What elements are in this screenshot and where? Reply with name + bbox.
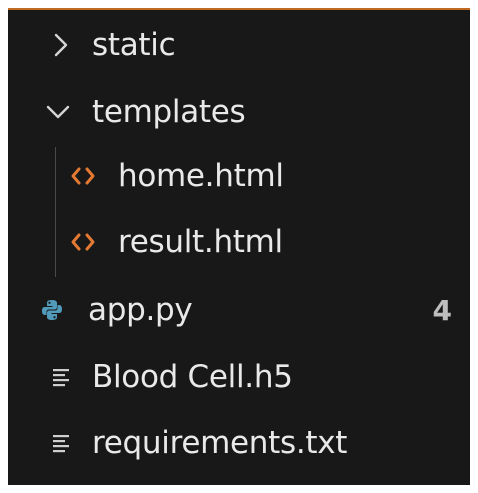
file-blood-cell-h5-label: Blood Cell.h5 — [92, 359, 293, 395]
file-explorer: static templates home.html result.html a… — [8, 8, 470, 485]
file-blood-cell-h5[interactable]: Blood Cell.h5 — [8, 347, 470, 407]
folder-static[interactable]: static — [8, 15, 470, 75]
folder-templates[interactable]: templates — [8, 82, 470, 142]
folder-static-label: static — [92, 27, 176, 63]
text-file-icon — [50, 367, 72, 387]
file-result-html[interactable]: result.html — [8, 212, 470, 272]
file-app-py-label: app.py — [88, 292, 193, 328]
html-file-icon — [68, 166, 98, 186]
folder-templates-label: templates — [92, 94, 246, 130]
text-file-icon — [50, 433, 72, 453]
chevron-right-icon[interactable] — [50, 33, 72, 57]
file-result-html-label: result.html — [118, 224, 283, 260]
file-home-html[interactable]: home.html — [8, 146, 470, 206]
file-requirements-txt-label: requirements.txt — [92, 425, 348, 461]
python-file-icon — [38, 298, 66, 322]
file-home-html-label: home.html — [118, 158, 284, 194]
html-file-icon — [68, 232, 98, 252]
problems-badge: 4 — [432, 293, 452, 327]
chevron-down-icon[interactable] — [44, 105, 72, 119]
file-app-py[interactable]: app.py 4 — [8, 280, 470, 340]
file-requirements-txt[interactable]: requirements.txt — [8, 413, 470, 473]
